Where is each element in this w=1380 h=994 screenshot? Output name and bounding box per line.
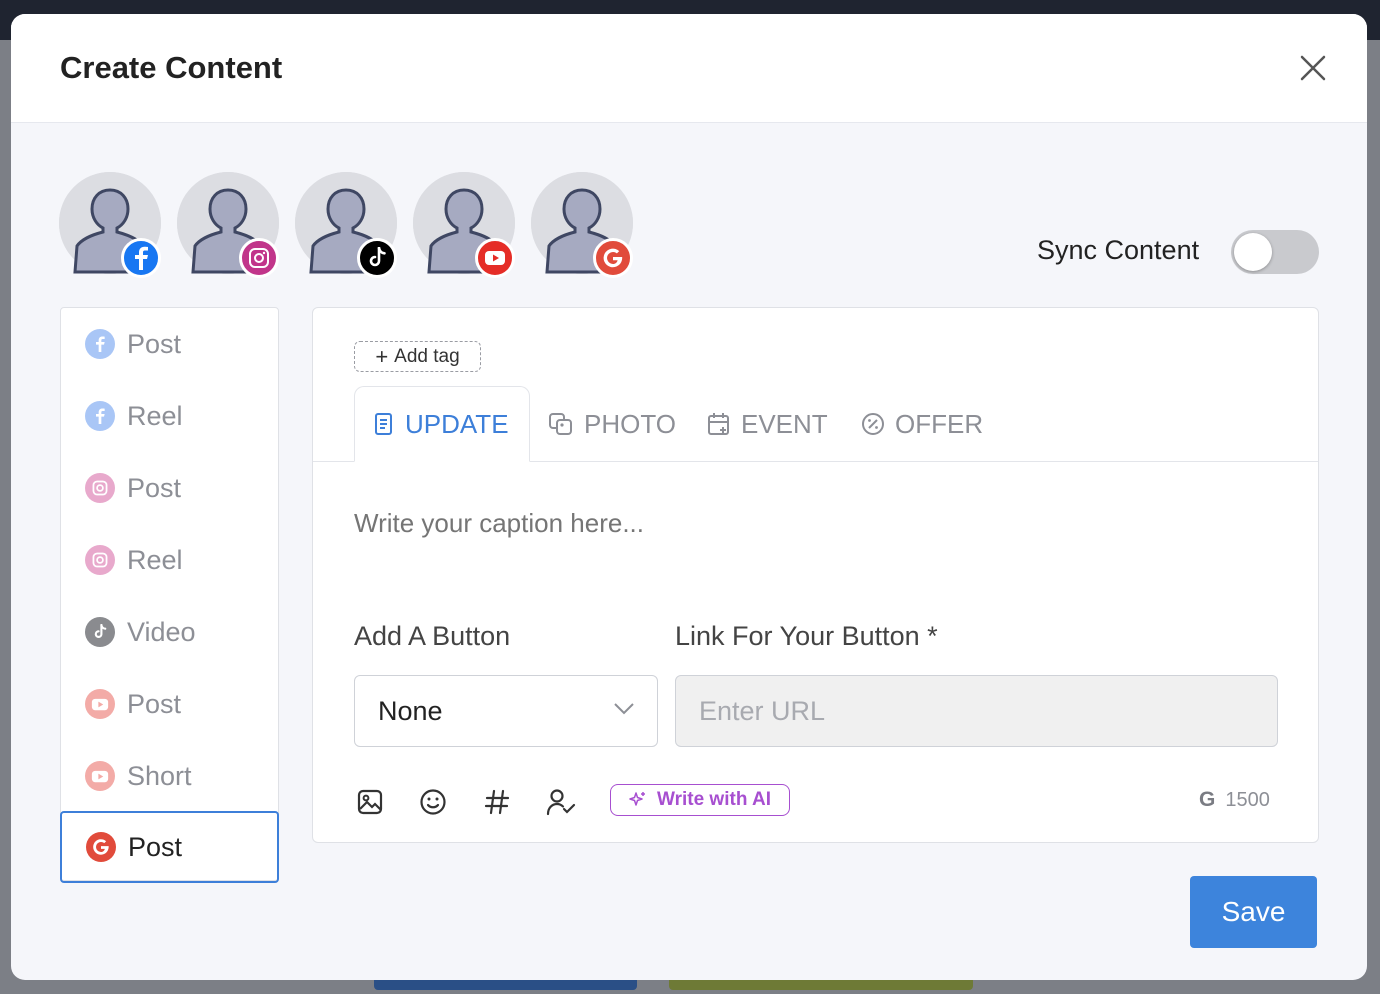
youtube-icon bbox=[475, 238, 515, 278]
instagram-icon bbox=[85, 473, 115, 503]
sparkle-icon bbox=[629, 792, 645, 806]
button-url-input[interactable] bbox=[675, 675, 1278, 747]
sidebar-item-label: Post bbox=[127, 328, 182, 359]
sidebar-item-youtube-short[interactable]: Short bbox=[61, 740, 278, 812]
sidebar-item-label: Video bbox=[127, 616, 196, 647]
modal-header: Create Content bbox=[11, 14, 1367, 123]
close-icon[interactable] bbox=[1297, 52, 1329, 84]
instagram-icon bbox=[85, 545, 115, 575]
caption-input[interactable] bbox=[354, 508, 1274, 539]
facebook-icon bbox=[85, 329, 115, 359]
account-avatar-google[interactable] bbox=[531, 172, 633, 278]
account-avatar-instagram[interactable] bbox=[177, 172, 279, 278]
tab-event[interactable]: EVENT bbox=[689, 386, 846, 462]
post-editor: + Add tag UPDATE PHOTO EVENT OFFER Add A… bbox=[312, 307, 1319, 843]
sidebar-item-youtube-post[interactable]: Post bbox=[61, 668, 278, 740]
sidebar-item-instagram-post[interactable]: Post bbox=[61, 452, 278, 524]
mention-user-icon[interactable] bbox=[545, 786, 577, 818]
sidebar-item-label: Short bbox=[127, 760, 192, 791]
tab-label: OFFER bbox=[895, 408, 984, 439]
toggle-knob bbox=[1234, 233, 1272, 271]
chevron-down-icon bbox=[614, 703, 634, 715]
tab-update[interactable]: UPDATE bbox=[354, 386, 530, 462]
sidebar-item-instagram-reel[interactable]: Reel bbox=[61, 524, 278, 596]
add-tag-label: Add tag bbox=[394, 345, 460, 367]
facebook-icon bbox=[85, 401, 115, 431]
account-avatar-facebook[interactable] bbox=[59, 172, 161, 278]
google-icon: G bbox=[1199, 788, 1216, 811]
youtube-icon bbox=[85, 761, 115, 791]
select-value: None bbox=[378, 695, 443, 726]
tab-label: PHOTO bbox=[584, 408, 676, 439]
sidebar-item-label: Reel bbox=[127, 400, 183, 431]
save-button[interactable]: Save bbox=[1190, 876, 1317, 948]
photo-icon bbox=[549, 413, 572, 435]
write-with-ai-button[interactable]: Write with AI bbox=[610, 784, 790, 816]
sidebar-item-label: Post bbox=[127, 688, 182, 719]
tiktok-icon bbox=[85, 617, 115, 647]
hashtag-icon[interactable] bbox=[481, 786, 513, 818]
button-type-select[interactable]: None bbox=[354, 675, 658, 747]
sync-content-label: Sync Content bbox=[1037, 235, 1200, 265]
tab-label: EVENT bbox=[741, 408, 828, 439]
button-link-label: Link For Your Button * bbox=[675, 621, 938, 651]
ai-button-label: Write with AI bbox=[657, 789, 771, 810]
character-counter: G 1500 bbox=[1199, 788, 1270, 812]
sync-content-toggle[interactable] bbox=[1231, 230, 1319, 274]
tab-offer[interactable]: OFFER bbox=[843, 386, 1001, 462]
add-image-icon[interactable] bbox=[354, 786, 386, 818]
sidebar-item-label: Reel bbox=[127, 544, 183, 575]
tiktok-icon bbox=[357, 238, 397, 278]
tab-label: UPDATE bbox=[405, 408, 509, 439]
sidebar-item-facebook-reel[interactable]: Reel bbox=[61, 380, 278, 452]
calendar-icon bbox=[708, 413, 729, 435]
google-icon bbox=[593, 238, 633, 278]
instagram-icon bbox=[239, 238, 279, 278]
plus-icon: + bbox=[375, 343, 389, 369]
emoji-icon[interactable] bbox=[417, 786, 449, 818]
document-icon bbox=[375, 413, 392, 435]
add-tag-button[interactable]: + Add tag bbox=[354, 341, 481, 372]
sidebar-item-google-post[interactable]: Post bbox=[60, 811, 279, 883]
create-content-modal: Create Content Sync Content Post Reel Po… bbox=[11, 14, 1367, 980]
sidebar-item-tiktok-video[interactable]: Video bbox=[61, 596, 278, 668]
account-avatar-tiktok[interactable] bbox=[295, 172, 397, 278]
character-count: 1500 bbox=[1225, 788, 1270, 811]
youtube-icon bbox=[85, 689, 115, 719]
sidebar-item-label: Post bbox=[128, 831, 183, 862]
modal-title: Create Content bbox=[60, 50, 283, 85]
facebook-icon bbox=[121, 238, 161, 278]
account-avatar-youtube[interactable] bbox=[413, 172, 515, 278]
tab-photo[interactable]: PHOTO bbox=[530, 386, 694, 462]
add-button-label: Add A Button bbox=[354, 621, 511, 651]
google-icon bbox=[86, 832, 116, 862]
offer-icon bbox=[862, 413, 884, 435]
sidebar-item-facebook-post[interactable]: Post bbox=[61, 308, 278, 380]
sidebar-item-label: Post bbox=[127, 472, 182, 503]
content-type-sidebar: Post Reel Post Reel Video Post Short Pos… bbox=[60, 307, 279, 883]
